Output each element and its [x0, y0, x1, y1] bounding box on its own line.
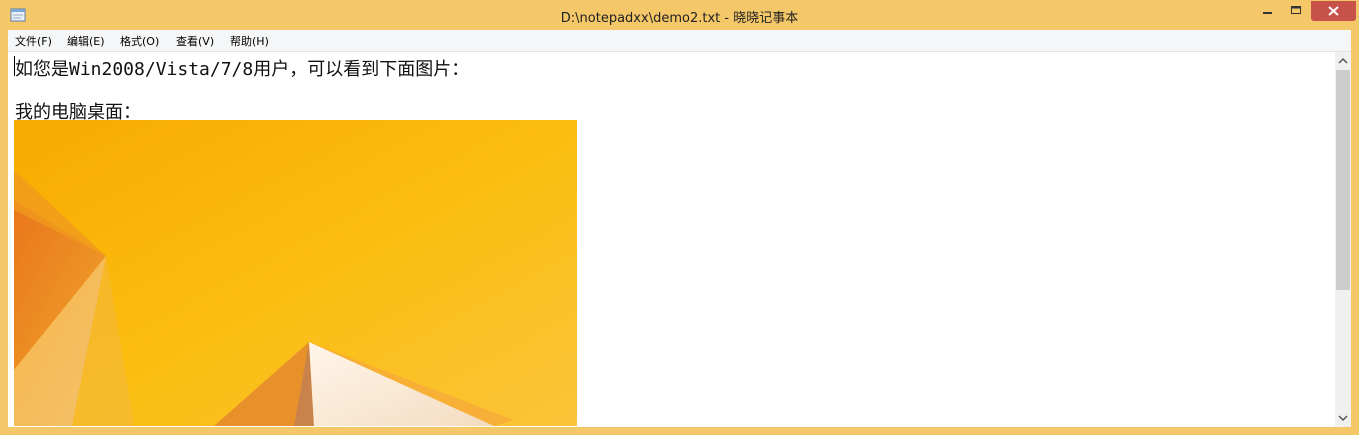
title-bar[interactable]: D:\notepadxx\demo2.txt - 晓晓记事本: [0, 0, 1359, 30]
app-window: D:\notepadxx\demo2.txt - 晓晓记事本 文件(F) 编辑(…: [0, 0, 1359, 435]
scroll-up-arrow-icon[interactable]: [1335, 53, 1351, 69]
maximize-button[interactable]: [1283, 1, 1309, 21]
close-icon: [1328, 6, 1339, 16]
minimize-icon: [1263, 12, 1272, 14]
menu-help[interactable]: 帮助(H): [230, 33, 269, 49]
menu-bar: 文件(F) 编辑(E) 格式(O) 查看(V) 帮助(H): [8, 30, 1351, 51]
maximize-icon: [1291, 6, 1301, 14]
close-button[interactable]: [1311, 1, 1356, 21]
menu-file[interactable]: 文件(F): [15, 33, 52, 49]
menu-edit[interactable]: 编辑(E): [67, 33, 105, 49]
desktop-wallpaper-image: [14, 120, 577, 426]
window-title: D:\notepadxx\demo2.txt - 晓晓记事本: [560, 11, 799, 26]
menu-view[interactable]: 查看(V): [176, 33, 214, 49]
text-editor[interactable]: 如您是Win2008/Vista/7/8用户，可以看到下面图片： 我的电脑桌面：: [8, 51, 1351, 427]
scroll-down-arrow-icon[interactable]: [1335, 410, 1351, 426]
menu-format[interactable]: 格式(O): [120, 33, 159, 49]
minimize-button[interactable]: [1254, 1, 1280, 21]
editor-line-1: 如您是Win2008/Vista/7/8用户，可以看到下面图片：: [15, 59, 470, 80]
scrollbar-thumb[interactable]: [1336, 70, 1350, 290]
vertical-scrollbar[interactable]: [1335, 52, 1351, 427]
